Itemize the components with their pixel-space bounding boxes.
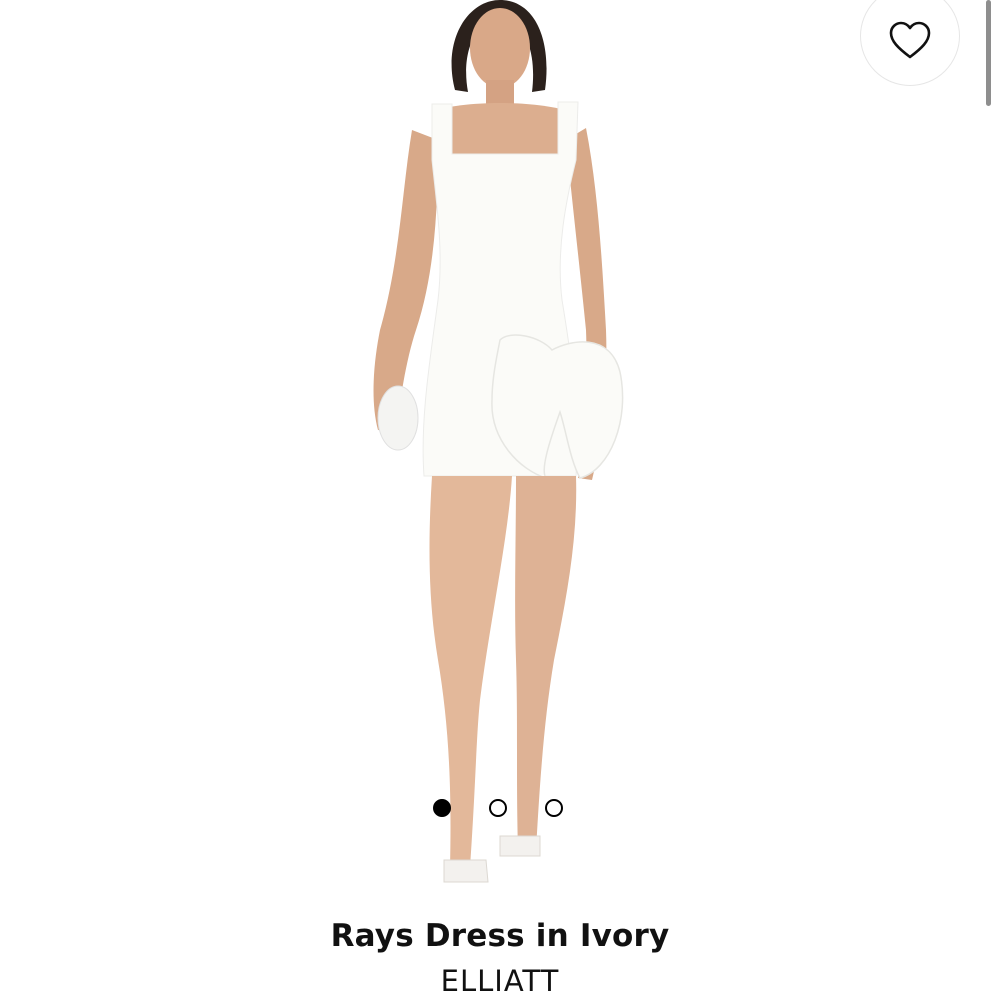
carousel-dot-3[interactable] (545, 799, 563, 817)
product-brand[interactable]: ELLIATT (0, 964, 1000, 998)
product-photo (373, 0, 624, 883)
heart-outline-icon (888, 12, 932, 60)
product-image[interactable] (340, 0, 660, 900)
image-carousel-indicator (433, 798, 563, 818)
scrollbar-thumb[interactable] (986, 0, 991, 106)
carousel-dot-1[interactable] (433, 799, 451, 817)
carousel-dot-2[interactable] (489, 799, 507, 817)
favorite-button[interactable] (860, 0, 960, 86)
product-title[interactable]: Rays Dress in Ivory (0, 918, 1000, 954)
product-page: Rays Dress in Ivory ELLIATT (0, 0, 1000, 1000)
